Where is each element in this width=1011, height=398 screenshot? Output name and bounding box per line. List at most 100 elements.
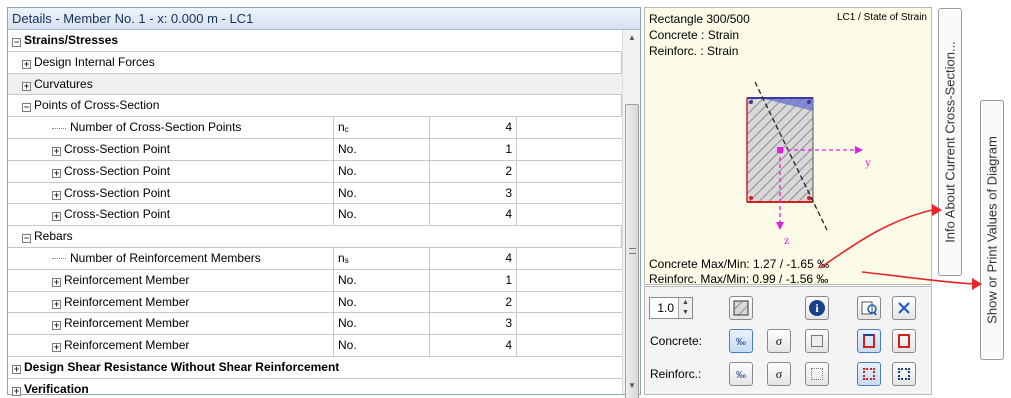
rebar-points-icon [863,368,875,380]
info-button[interactable]: i [805,296,829,320]
row-label: Reinforcement Member [64,272,190,287]
info-icon: i [809,300,825,316]
sigma-icon: σ [775,334,783,348]
collapse-icon[interactable]: − [22,103,31,113]
tree-row[interactable]: + Verification [8,379,622,398]
graphic-toolbar: 1.0 ▲ ▼ i Concrete: ‰ σ Reinforc.: ‰ σ [644,286,932,395]
row-label: Cross-Section Point [64,141,171,156]
zoom-input[interactable]: 1.0 ▲ ▼ [649,297,693,319]
row-label: Reinforcement Member [64,294,190,309]
zoom-spinner-icon[interactable]: ▲ ▼ [678,298,692,318]
scroll-up-icon[interactable]: ▲ [623,30,641,46]
row-label: Number of Reinforcement Members [70,250,261,265]
axis-cross-icon [898,302,910,314]
rebar-2 [807,100,811,104]
tree-row[interactable]: + Cross-Section Point No. 3 [8,182,622,205]
row-symbol: No. [334,335,430,356]
reinforc-strain-button[interactable]: ‰ [729,362,753,386]
reinforc-all-button[interactable] [892,362,916,386]
scroll-down-icon[interactable]: ▼ [623,378,641,394]
symbol-text: No. [338,163,357,178]
symbol-text: No. [338,294,357,309]
info-cross-section-callout[interactable]: Info About Current Cross-Section... [938,8,962,276]
row-unit [517,292,622,313]
tree-row[interactable]: + Design Shear Resistance Without Shear R… [8,357,622,379]
symbol-text: n [338,250,345,265]
expand-icon[interactable]: + [52,146,61,156]
vertical-scrollbar[interactable]: ▲ ▼ [622,30,641,398]
row-name: + Cross-Section Point [8,204,334,226]
row-name: + Design Shear Resistance Without Shear R… [8,357,622,378]
row-name: + Reinforcement Member [8,291,334,313]
tree-row[interactable]: Number of Cross-Section Points nc 4 [8,117,622,139]
tree-row[interactable]: + Cross-Section Point No. 4 [8,204,622,227]
tree-row[interactable]: Number of Reinforcement Members ns 4 [8,247,622,270]
reinforc-values-button[interactable] [805,362,829,386]
symbol-subscript: c [344,125,349,135]
row-label: Cross-Section Point [64,185,171,200]
expand-icon[interactable]: + [52,321,61,331]
row-value: 2 [430,291,517,313]
expand-icon[interactable]: + [52,190,61,200]
row-symbol: No. [334,204,430,226]
concrete-strain-button[interactable]: ‰ [729,329,753,353]
row-name: + Reinforcement Member [8,335,334,356]
concrete-outline-button[interactable] [857,329,881,353]
reinforc-points-button[interactable] [857,362,881,386]
row-name: − Points of Cross-Section [8,95,622,117]
rebar-3 [749,196,753,200]
print-values-button[interactable] [857,296,881,320]
row-value: 1 [430,138,517,160]
row-unit [517,204,622,225]
rebar-1 [749,100,753,104]
concrete-stress-button[interactable]: σ [767,329,791,353]
row-value: 1 [430,269,517,291]
tree-row[interactable]: + Cross-Section Point No. 2 [8,160,622,183]
expand-icon[interactable]: + [52,212,61,222]
row-name: Number of Cross-Section Points [8,117,334,138]
tree-row[interactable]: − Strains/Stresses [8,30,622,52]
expand-icon[interactable]: + [52,168,61,178]
row-name: + Reinforcement Member [8,313,334,335]
scroll-thumb[interactable] [625,104,639,398]
tree-row[interactable]: + Design Internal Forces [8,51,622,74]
row-unit [517,139,622,160]
concrete-values-button[interactable] [805,329,829,353]
tree-row[interactable]: + Reinforcement Member No. 4 [8,335,622,357]
tree-row[interactable]: − Points of Cross-Section [8,95,622,118]
row-unit [517,248,622,269]
row-symbol: No. [334,269,430,291]
row-label: Design Shear Resistance Without Shear Re… [24,359,340,374]
expand-icon[interactable]: + [22,59,31,69]
tree-row[interactable]: + Curvatures [8,73,622,96]
tree-row[interactable]: − Rebars [8,226,622,248]
concrete-section-button[interactable] [892,329,916,353]
reset-button[interactable] [892,296,916,320]
y-arrow-icon [855,146,863,154]
collapse-icon[interactable]: − [12,38,21,47]
tree-line-icon [52,258,66,260]
expand-icon[interactable]: + [52,277,61,287]
reinforc-stress-button[interactable]: σ [767,362,791,386]
expand-icon[interactable]: + [52,299,61,309]
tree-row[interactable]: + Cross-Section Point No. 1 [8,138,622,161]
tree-row[interactable]: + Reinforcement Member No. 3 [8,313,622,336]
section-drawing: y z [746,81,871,247]
rebar-4 [807,196,811,200]
print-values-callout[interactable]: Show or Print Values of Diagram [980,100,1004,360]
rebar-sigma-icon: σ [775,367,783,381]
row-value: 4 [430,247,517,269]
row-unit [517,335,622,356]
tree-row[interactable]: + Reinforcement Member No. 2 [8,291,622,314]
symbol-text: No. [338,207,357,222]
expand-icon[interactable]: + [52,343,61,353]
expand-icon[interactable]: + [12,386,21,396]
expand-icon[interactable]: + [22,81,31,91]
symbol-text: No. [338,272,357,287]
hatch-toggle-button[interactable] [729,296,753,320]
row-name: − Rebars [8,226,622,247]
collapse-icon[interactable]: − [22,234,31,244]
tree-row[interactable]: + Reinforcement Member No. 1 [8,269,622,292]
row-name: + Cross-Section Point [8,138,334,160]
expand-icon[interactable]: + [12,364,21,374]
